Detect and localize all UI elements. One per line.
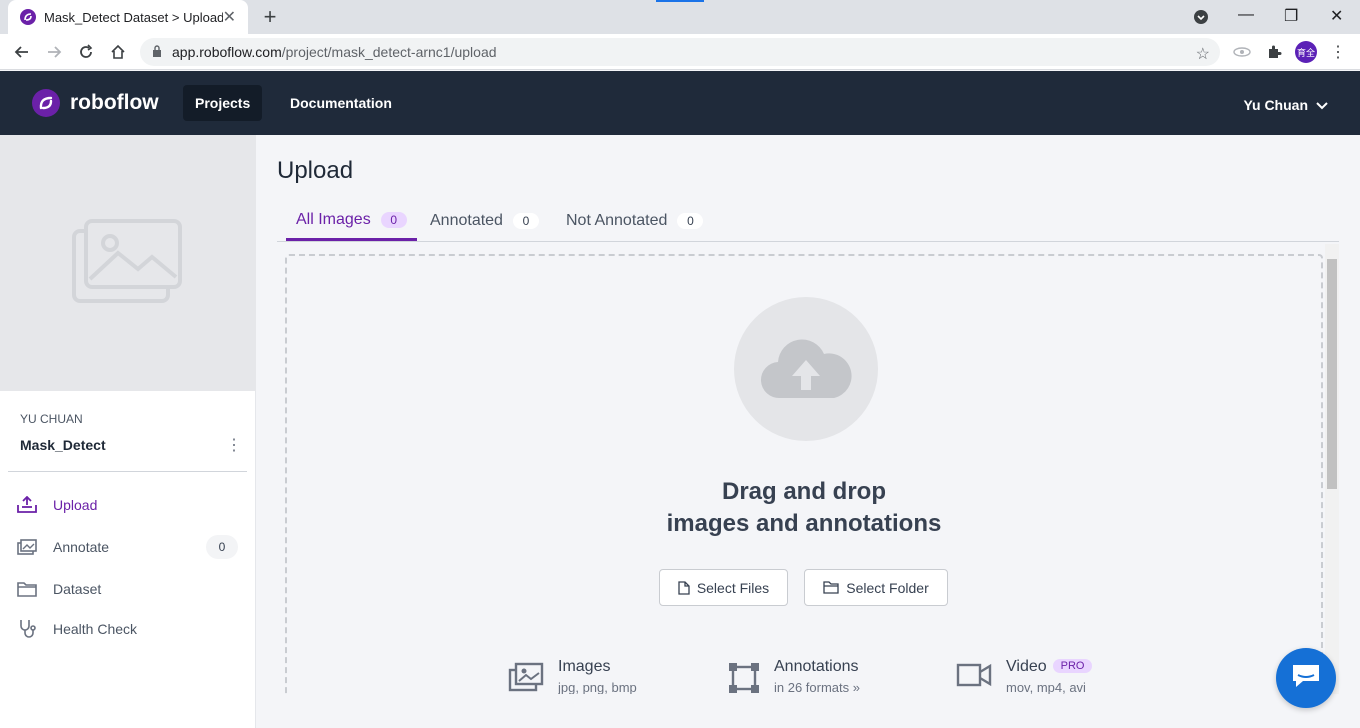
annotation-formats-link[interactable]: in 26 formats » <box>774 680 860 694</box>
nav-projects[interactable]: Projects <box>183 85 263 121</box>
image-placeholder-icon <box>72 218 184 308</box>
annotate-count-badge: 0 <box>206 535 238 559</box>
app-header: roboflow Projects Documentation Yu Chuan <box>0 71 1360 135</box>
dropzone-heading-line1: Drag and drop <box>721 478 886 505</box>
minimize-icon[interactable]: — <box>1238 6 1254 24</box>
browser-toolbar: app.roboflow.com/project/mask_detect-arn… <box>0 34 1360 70</box>
format-title: Annotations <box>774 658 859 675</box>
close-window-icon[interactable]: ✕ <box>1330 6 1343 26</box>
roboflow-logo[interactable]: roboflow <box>32 89 159 117</box>
tab-not-annotated[interactable]: Not Annotated 0 <box>566 201 704 241</box>
extensions-puzzle-icon[interactable] <box>1262 41 1286 63</box>
close-tab-icon[interactable]: ✕ <box>223 7 236 27</box>
select-folder-label: Select Folder <box>846 579 929 596</box>
tab-label: Not Annotated <box>566 212 668 229</box>
sidebar-item-health-check[interactable]: Health Check <box>16 615 240 643</box>
project-cover-placeholder <box>0 135 256 391</box>
sidebar-item-label: Dataset <box>53 581 102 597</box>
sidebar-item-label: Upload <box>53 497 98 513</box>
bounding-box-icon <box>728 662 760 699</box>
video-camera-icon <box>956 662 992 693</box>
lock-icon <box>152 44 162 60</box>
pro-badge: PRO <box>1052 659 1093 673</box>
tab-search-icon[interactable] <box>1193 9 1209 30</box>
new-tab-icon[interactable]: + <box>258 4 282 29</box>
bookmark-star-icon[interactable]: ☆ <box>1196 44 1210 64</box>
sidebar-item-upload[interactable]: Upload <box>16 491 240 519</box>
tab-all-images[interactable]: All Images 0 <box>286 201 417 241</box>
tab-indicator <box>656 0 704 2</box>
forward-icon[interactable] <box>42 41 66 63</box>
user-name: Yu Chuan <box>1243 97 1308 113</box>
project-owner: YU CHUAN <box>20 412 83 426</box>
format-title: Images <box>558 658 611 675</box>
browser-profile-avatar[interactable]: 育全 <box>1295 41 1317 63</box>
sidebar-item-annotate[interactable]: Annotate 0 <box>16 533 240 561</box>
browser-tab[interactable]: Mask_Detect Dataset > Upload ✕ <box>8 0 248 34</box>
tab-count-badge: 0 <box>512 213 539 229</box>
folder-icon <box>16 579 38 599</box>
dropzone-heading-line2: images and annotations <box>666 510 942 537</box>
file-icon <box>678 580 690 595</box>
chat-bubble-icon <box>1291 662 1321 695</box>
sidebar-item-label: Annotate <box>53 539 110 555</box>
tab-label: Annotated <box>430 212 503 229</box>
images-stack-icon <box>16 537 38 557</box>
address-bar[interactable]: app.roboflow.com/project/mask_detect-arn… <box>140 38 1220 66</box>
nav-documentation[interactable]: Documentation <box>290 95 392 111</box>
browser-menu-icon[interactable]: ⋮ <box>1326 41 1350 63</box>
select-files-button[interactable]: Select Files <box>659 569 788 606</box>
format-annotations[interactable]: Annotations in 26 formats » <box>728 658 860 699</box>
images-format-icon <box>508 662 544 697</box>
chevron-down-icon <box>1316 97 1328 113</box>
tab-label: All Images <box>296 210 371 228</box>
format-subtitle: jpg, png, bmp <box>558 680 637 694</box>
folder-icon <box>823 581 839 594</box>
roboflow-logo-icon <box>32 89 60 117</box>
project-name: Mask_Detect <box>20 437 106 453</box>
cloud-upload-icon <box>734 297 878 441</box>
page-title: Upload <box>277 157 354 184</box>
sidebar-item-dataset[interactable]: Dataset <box>16 575 240 603</box>
format-images: Images jpg, png, bmp <box>508 658 637 697</box>
url-host: app.roboflow.com <box>172 44 282 60</box>
format-title-row: Video PRO <box>1006 658 1093 676</box>
back-icon[interactable] <box>10 41 34 63</box>
format-subtitle: mov, mp4, avi <box>1006 680 1086 694</box>
browser-tab-bar: Mask_Detect Dataset > Upload ✕ + — ❐ ✕ <box>0 0 1360 34</box>
sidebar-divider <box>8 471 247 472</box>
stethoscope-icon <box>16 619 38 639</box>
dropzone-heading: Drag and drop images and annotations <box>287 476 1321 540</box>
sidebar-item-label: Health Check <box>53 621 138 637</box>
format-video: Video PRO mov, mp4, avi <box>956 658 1093 694</box>
chat-launcher-button[interactable] <box>1276 648 1336 708</box>
home-icon[interactable] <box>106 41 130 63</box>
select-files-label: Select Files <box>696 579 770 596</box>
brand-name: roboflow <box>70 91 159 114</box>
tab-count-badge: 0 <box>380 211 407 228</box>
browser-tab-title: Mask_Detect Dataset > Upload <box>44 9 223 25</box>
url-path: /project/mask_detect-arnc1/upload <box>281 44 497 60</box>
format-title: Video <box>1006 658 1047 675</box>
user-menu[interactable]: Yu Chuan <box>1243 97 1328 113</box>
scrollbar-thumb[interactable] <box>1327 259 1337 489</box>
tab-annotated[interactable]: Annotated 0 <box>430 201 539 241</box>
upload-dropzone[interactable]: Drag and drop images and annotations Sel… <box>285 254 1323 694</box>
sidebar: YU CHUAN Mask_Detect ⋮ Upload Annotate 0… <box>0 135 256 728</box>
project-options-icon[interactable]: ⋮ <box>226 435 242 455</box>
upload-tabs: All Images 0 Annotated 0 Not Annotated 0 <box>277 201 1339 242</box>
reload-icon[interactable] <box>74 41 98 63</box>
select-folder-button[interactable]: Select Folder <box>804 569 948 606</box>
tab-count-badge: 0 <box>677 213 704 229</box>
extension-eye-icon[interactable] <box>1230 41 1254 63</box>
roboflow-favicon-icon <box>20 9 36 25</box>
restore-icon[interactable]: ❐ <box>1284 6 1298 26</box>
upload-tray-icon <box>16 495 38 515</box>
